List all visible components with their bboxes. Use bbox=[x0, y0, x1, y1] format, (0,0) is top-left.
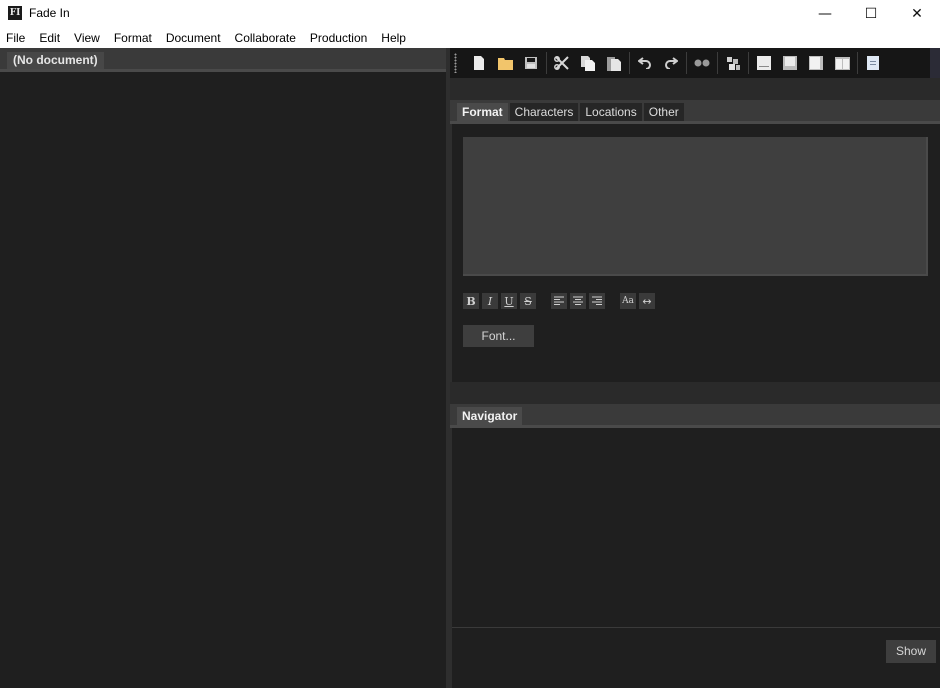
format-preview bbox=[463, 137, 928, 276]
close-button[interactable]: ✕ bbox=[894, 0, 940, 28]
paste-icon bbox=[607, 56, 621, 71]
align-left-button[interactable] bbox=[551, 293, 567, 309]
index-card-button[interactable] bbox=[860, 50, 886, 76]
format-panel-header: Format Characters Locations Other bbox=[450, 100, 940, 124]
new-document-icon bbox=[474, 56, 484, 70]
show-button[interactable]: Show bbox=[886, 640, 936, 663]
width-button[interactable]: ↔ bbox=[639, 293, 655, 309]
toolbar-overflow[interactable] bbox=[930, 48, 940, 78]
align-right-icon bbox=[592, 296, 602, 305]
close-icon: ✕ bbox=[911, 6, 923, 22]
menu-view[interactable]: View bbox=[67, 28, 107, 48]
change-case-button[interactable]: Aa bbox=[620, 293, 636, 309]
formatting-toolbar: B I U S Aa ↔ bbox=[463, 293, 658, 309]
minimize-icon: — bbox=[818, 6, 832, 22]
toolbar-separator bbox=[717, 52, 718, 74]
align-center-icon bbox=[573, 296, 583, 305]
menu-document[interactable]: Document bbox=[159, 28, 228, 48]
case-icon: Aa bbox=[622, 296, 634, 306]
toolbar-separator bbox=[546, 52, 547, 74]
redo-icon bbox=[665, 57, 678, 69]
underline-button[interactable]: U bbox=[501, 293, 517, 309]
menu-collaborate[interactable]: Collaborate bbox=[228, 28, 303, 48]
redo-button[interactable] bbox=[658, 50, 684, 76]
binoculars-icon bbox=[694, 59, 710, 67]
navigator-list[interactable] bbox=[452, 428, 940, 627]
cut-button[interactable] bbox=[549, 50, 575, 76]
maximize-icon: ☐ bbox=[864, 6, 878, 22]
toolbar-separator bbox=[686, 52, 687, 74]
app-logo-icon: FI bbox=[8, 6, 22, 20]
tab-other[interactable]: Other bbox=[643, 103, 684, 121]
navigator-tabs: Navigator bbox=[457, 407, 524, 425]
new-document-button[interactable] bbox=[466, 50, 492, 76]
italic-icon: I bbox=[487, 294, 493, 308]
save-button[interactable] bbox=[518, 50, 544, 76]
tab-format[interactable]: Format bbox=[457, 103, 508, 121]
bold-button[interactable]: B bbox=[463, 293, 479, 309]
font-button[interactable]: Font... bbox=[463, 325, 534, 347]
layout-2-button[interactable] bbox=[777, 50, 803, 76]
page-layout-icon bbox=[809, 56, 823, 70]
open-button[interactable] bbox=[492, 50, 518, 76]
tab-locations[interactable]: Locations bbox=[580, 103, 642, 121]
horizontal-arrows-icon: ↔ bbox=[642, 294, 652, 308]
format-panel-tabs: Format Characters Locations Other bbox=[457, 103, 686, 121]
menu-production[interactable]: Production bbox=[303, 28, 374, 48]
document-pane: (No document) bbox=[0, 48, 446, 688]
spell-check-icon bbox=[726, 56, 740, 70]
tab-characters[interactable]: Characters bbox=[509, 103, 579, 121]
scissors-icon bbox=[554, 56, 569, 70]
document-tab-bar: (No document) bbox=[0, 48, 446, 72]
toolbar-separator bbox=[629, 52, 630, 74]
layout-3-button[interactable] bbox=[803, 50, 829, 76]
format-panel: B I U S Aa ↔ Font... bbox=[450, 124, 940, 382]
menu-bar: File Edit View Format Document Collabora… bbox=[0, 28, 940, 48]
find-button[interactable] bbox=[689, 50, 715, 76]
navigator-panel-header: Navigator bbox=[450, 404, 940, 428]
layout-1-button[interactable] bbox=[751, 50, 777, 76]
maximize-button[interactable]: ☐ bbox=[848, 0, 894, 28]
underline-icon: U bbox=[504, 294, 514, 308]
align-right-button[interactable] bbox=[589, 293, 605, 309]
align-center-button[interactable] bbox=[570, 293, 586, 309]
main-toolbar bbox=[450, 48, 930, 78]
document-tab[interactable]: (No document) bbox=[7, 52, 104, 69]
align-left-icon bbox=[554, 296, 564, 305]
menu-edit[interactable]: Edit bbox=[32, 28, 67, 48]
minimize-button[interactable]: — bbox=[802, 0, 848, 28]
strikethrough-button[interactable]: S bbox=[520, 293, 536, 309]
copy-button[interactable] bbox=[575, 50, 601, 76]
undo-button[interactable] bbox=[632, 50, 658, 76]
navigator-title: Navigator bbox=[457, 407, 523, 425]
menu-file[interactable]: File bbox=[0, 28, 32, 48]
panel-gap bbox=[450, 78, 940, 100]
toolbar-separator bbox=[748, 52, 749, 74]
side-panel: Format Characters Locations Other B I U … bbox=[450, 48, 940, 688]
folder-icon bbox=[497, 57, 513, 70]
navigator-panel: Show bbox=[450, 428, 940, 688]
paste-button[interactable] bbox=[601, 50, 627, 76]
menu-format[interactable]: Format bbox=[107, 28, 159, 48]
split-view-icon bbox=[834, 56, 850, 70]
bold-icon: B bbox=[466, 294, 476, 308]
menu-help[interactable]: Help bbox=[374, 28, 413, 48]
undo-icon bbox=[638, 57, 651, 69]
panel-gap bbox=[450, 382, 940, 404]
save-icon bbox=[525, 57, 537, 69]
title-bar: FI Fade In — ☐ ✕ bbox=[0, 0, 940, 28]
window-title: Fade In bbox=[29, 6, 70, 20]
toolbar-separator bbox=[857, 52, 858, 74]
document-editor-area[interactable] bbox=[0, 75, 446, 688]
toolbar-grip[interactable] bbox=[454, 53, 457, 73]
strikethrough-icon: S bbox=[524, 294, 532, 308]
split-view-button[interactable] bbox=[829, 50, 855, 76]
index-card-icon bbox=[867, 56, 879, 70]
copy-icon bbox=[581, 55, 595, 71]
page-layout-icon bbox=[783, 56, 797, 70]
italic-button[interactable]: I bbox=[482, 293, 498, 309]
navigator-divider bbox=[452, 627, 940, 628]
page-layout-icon bbox=[757, 56, 771, 70]
spelling-button[interactable] bbox=[720, 50, 746, 76]
